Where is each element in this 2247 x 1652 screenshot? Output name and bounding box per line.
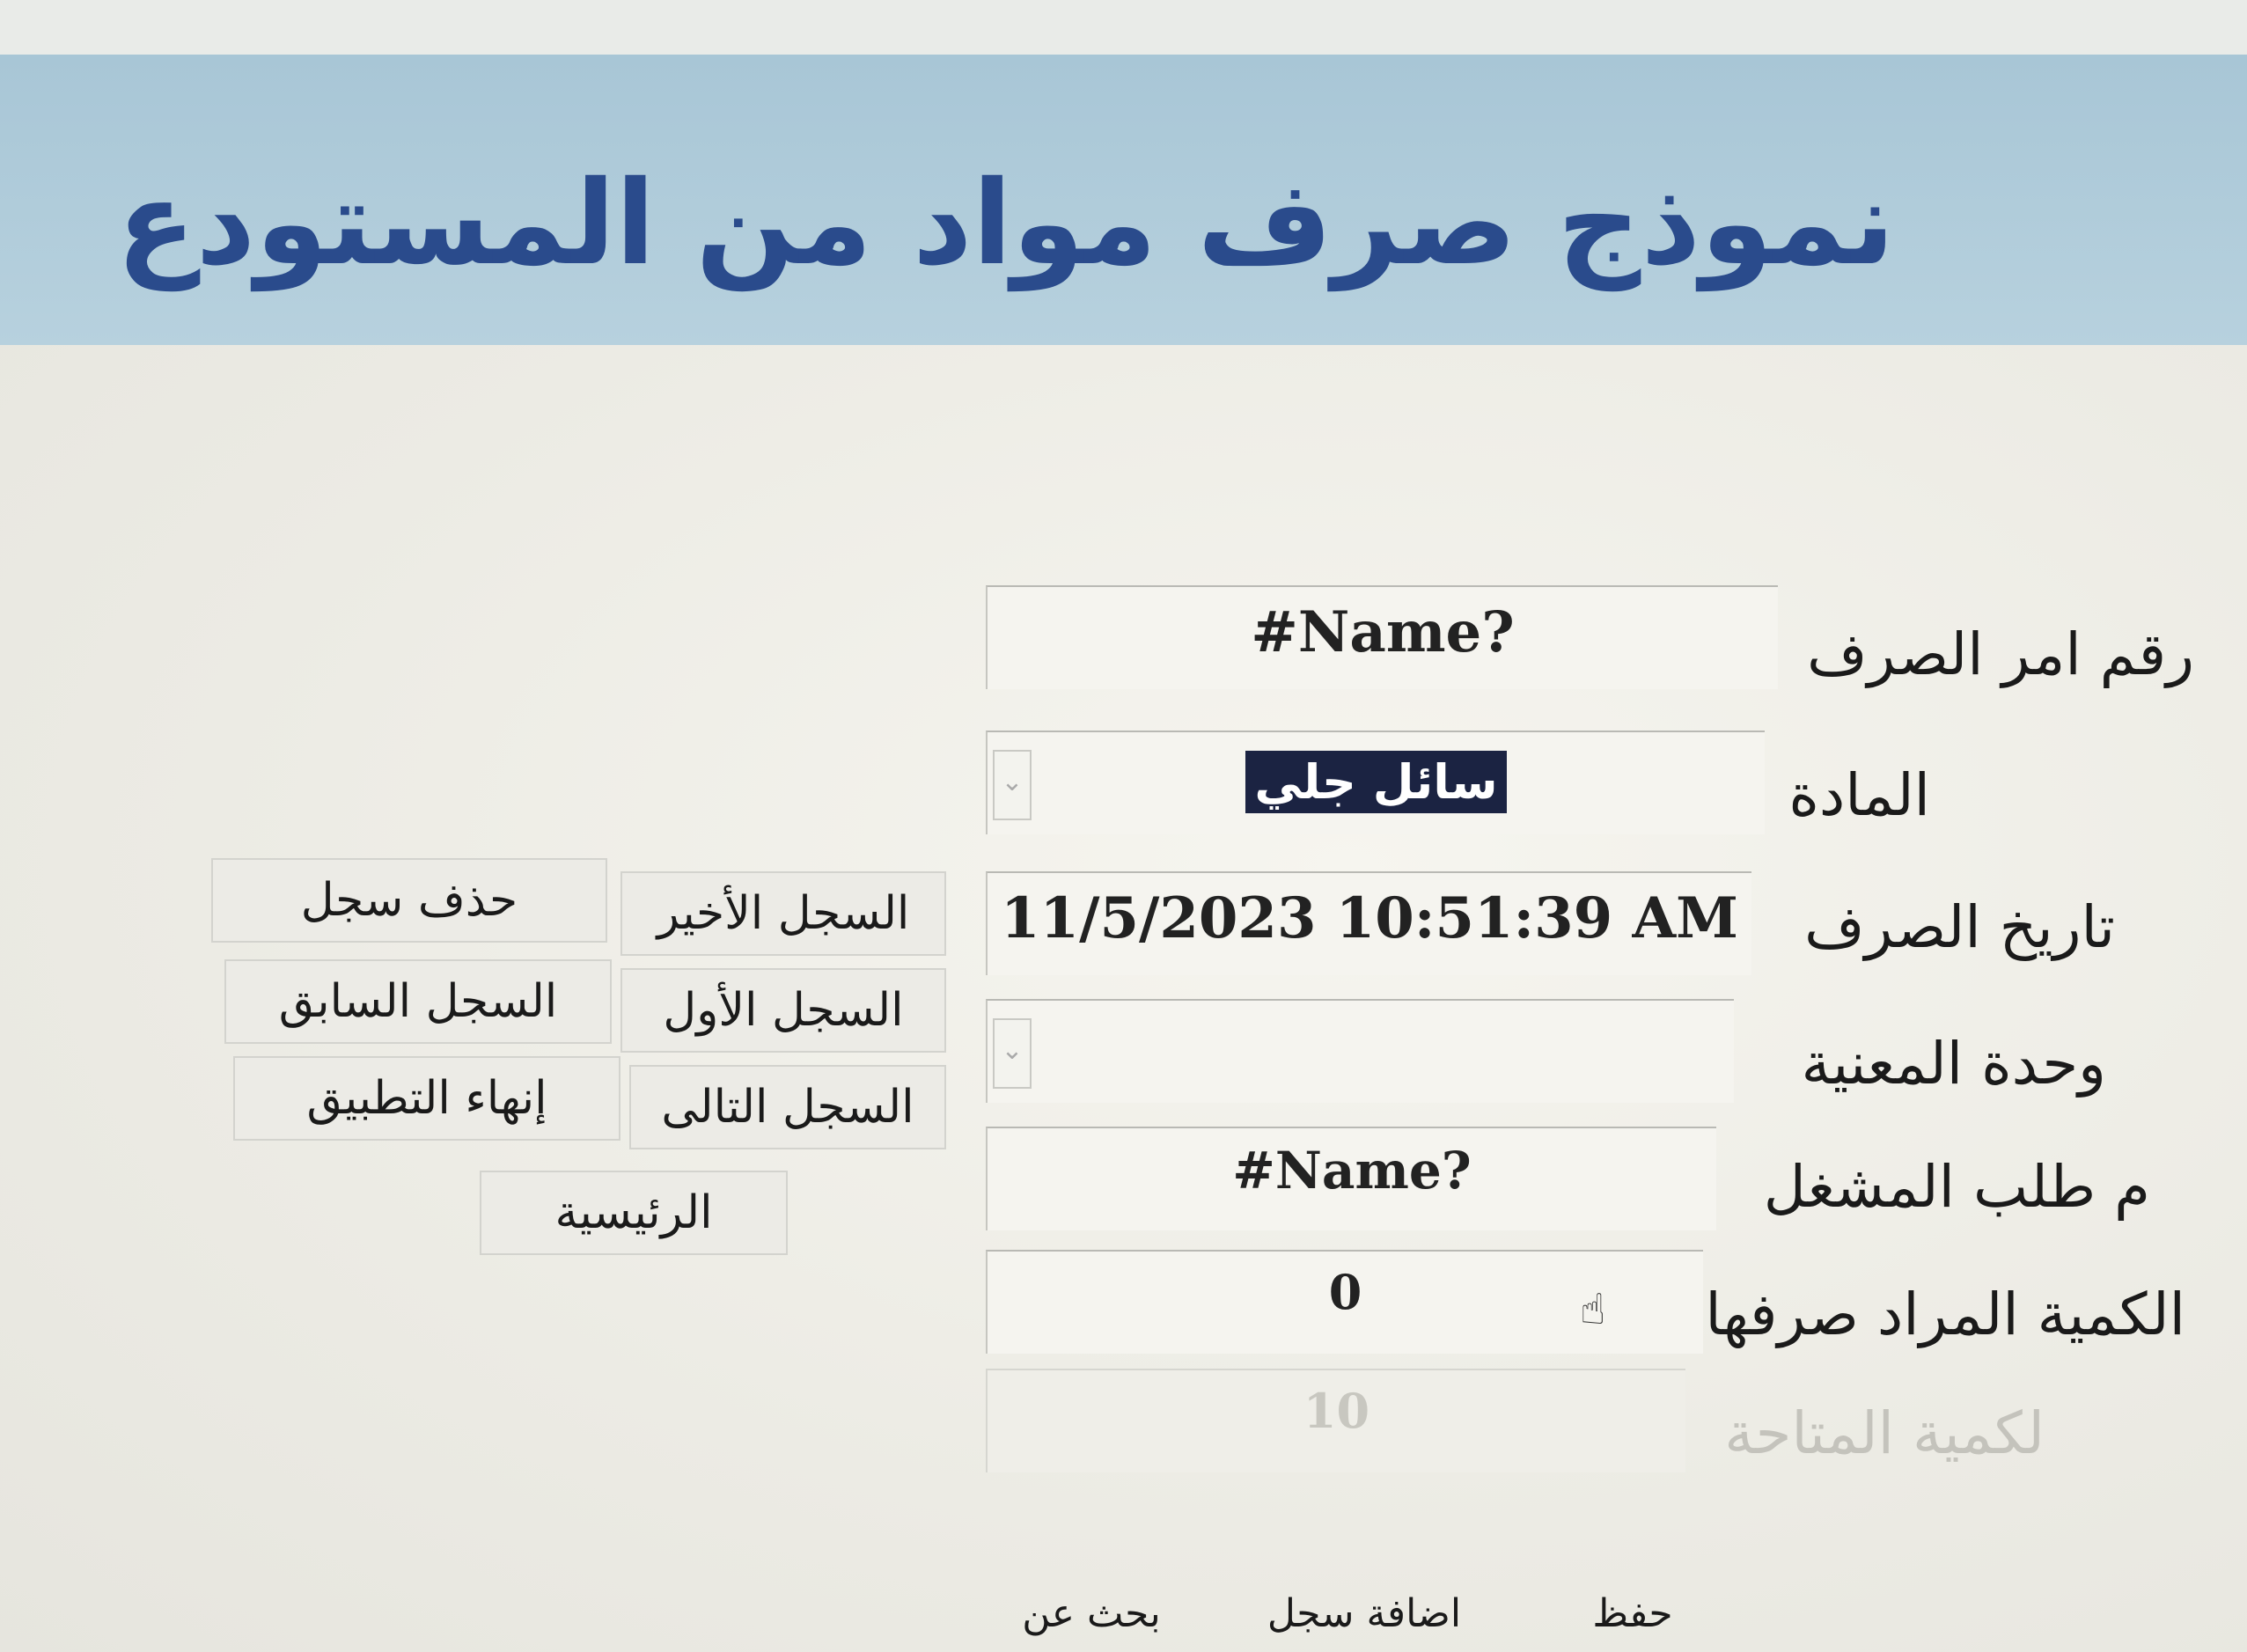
label-unit: وحدة المعنية: [1801, 1030, 2106, 1098]
order-number-value: #Name?: [1251, 599, 1515, 665]
add-record-button[interactable]: اضافة سجل: [1232, 1591, 1496, 1652]
exit-app-button[interactable]: إنهاء التطبيق: [233, 1056, 620, 1141]
label-material: المادة: [1788, 761, 1930, 829]
label-available-quantity: لكمية المتاحة: [1724, 1399, 2045, 1467]
material-selected-value: سائل جلي: [1245, 751, 1507, 813]
save-button[interactable]: حفظ: [1558, 1591, 1707, 1652]
label-issue-date: تاريخ الصرف: [1804, 893, 2115, 961]
order-number-field[interactable]: #Name?: [986, 585, 1778, 689]
previous-record-button[interactable]: السجل السابق: [224, 959, 612, 1044]
hand-cursor-icon: ☝: [1580, 1285, 1606, 1334]
unit-select[interactable]: ⌄: [986, 999, 1734, 1103]
search-button[interactable]: بحث عن: [995, 1591, 1188, 1652]
first-record-button[interactable]: السجل الأول: [620, 968, 946, 1053]
issue-date-value: 11/5/2023 10:51:39 AM: [1001, 885, 1738, 951]
last-record-button[interactable]: السجل الأخير: [620, 871, 946, 956]
issue-date-field[interactable]: 11/5/2023 10:51:39 AM: [986, 871, 1751, 975]
material-select[interactable]: ⌄ سائل جلي: [986, 731, 1765, 834]
form-title: نموذج صرف مواد من المستودع: [116, 156, 1895, 291]
form-header: نموذج صرف مواد من المستودع: [0, 55, 2247, 345]
label-operator-request: م طلب المشغل: [1763, 1153, 2150, 1221]
operator-request-field[interactable]: #Name?: [986, 1127, 1716, 1230]
label-requested-quantity: الكمية المراد صرفها: [1705, 1281, 2185, 1348]
delete-record-button[interactable]: حذف سجل: [211, 858, 607, 943]
window-top-strip: [0, 0, 2247, 55]
available-quantity-field: 10: [986, 1369, 1685, 1472]
home-button[interactable]: الرئيسية: [480, 1171, 788, 1255]
operator-request-value: #Name?: [1232, 1141, 1472, 1200]
next-record-button[interactable]: السجل التالى: [629, 1065, 946, 1149]
chevron-down-icon[interactable]: ⌄: [993, 1018, 1032, 1089]
available-quantity-value: 10: [1303, 1383, 1370, 1439]
label-order-number: رقم امر الصرف: [1807, 620, 2194, 688]
